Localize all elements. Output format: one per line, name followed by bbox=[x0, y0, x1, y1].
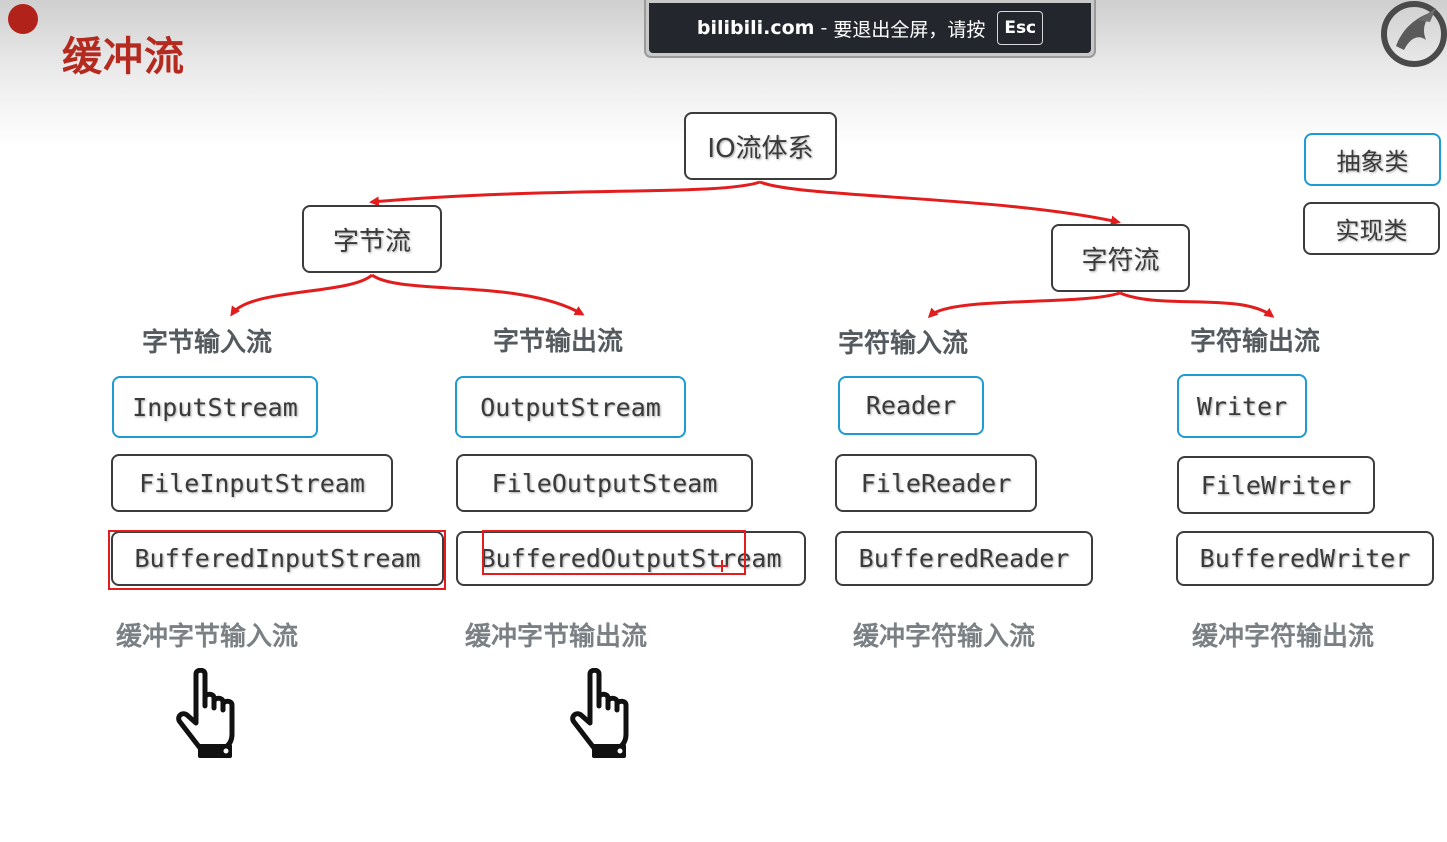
buffered-reader: BufferedReader bbox=[835, 531, 1093, 586]
arrow-byte-to-output bbox=[371, 273, 585, 316]
impl-fileoutputsteam: FileOutputSteam bbox=[456, 454, 753, 512]
highlight-buffered-outputstream bbox=[482, 530, 746, 575]
heading-byte-input: 字节输入流 bbox=[142, 328, 273, 358]
abstract-writer: Writer bbox=[1177, 374, 1307, 438]
caption-buffered-char-input: 缓冲字符输入流 bbox=[853, 622, 1036, 652]
legend-impl: 实现类 bbox=[1303, 202, 1440, 255]
caption-buffered-char-output: 缓冲字符输出流 bbox=[1192, 622, 1375, 652]
buffered-writer: BufferedWriter bbox=[1176, 531, 1434, 586]
pointing-hand-icon bbox=[176, 668, 235, 758]
abstract-outputstream: OutputStream bbox=[455, 376, 686, 438]
legend-abstract: 抽象类 bbox=[1304, 133, 1441, 186]
heading-byte-output: 字节输出流 bbox=[493, 327, 624, 357]
impl-fileinputstream: FileInputStream bbox=[111, 454, 393, 512]
caption-buffered-byte-output: 缓冲字节输出流 bbox=[465, 622, 648, 652]
caption-buffered-byte-input: 缓冲字节输入流 bbox=[116, 622, 299, 652]
impl-filereader: FileReader bbox=[835, 454, 1037, 512]
abstract-inputstream: InputStream bbox=[112, 376, 318, 438]
heading-char-output: 字符输出流 bbox=[1190, 327, 1321, 357]
char-stream-node: 字符流 bbox=[1051, 224, 1190, 292]
abstract-reader: Reader bbox=[838, 376, 984, 435]
arrow-char-to-input bbox=[927, 291, 1121, 319]
pointing-hand-icon bbox=[570, 668, 629, 758]
crosshair-cursor-icon bbox=[716, 560, 728, 572]
root-node: IO流体系 bbox=[684, 112, 837, 180]
heading-char-input: 字符输入流 bbox=[838, 329, 969, 359]
highlight-buffered-inputstream bbox=[108, 530, 446, 590]
arrow-char-to-output bbox=[1119, 291, 1275, 318]
arrow-root-to-byte bbox=[369, 180, 761, 207]
arrow-byte-to-input bbox=[230, 273, 374, 317]
arrow-root-to-char bbox=[759, 180, 1121, 226]
byte-stream-node: 字节流 bbox=[302, 205, 442, 273]
impl-filewriter: FileWriter bbox=[1177, 456, 1375, 514]
